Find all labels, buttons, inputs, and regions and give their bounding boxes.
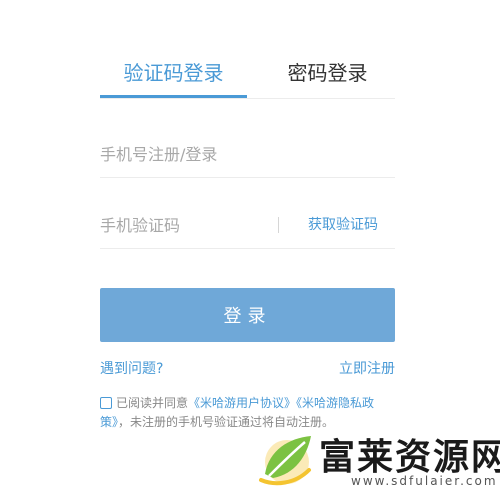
leaf-logo-icon — [259, 436, 311, 486]
tabs-divider — [100, 98, 395, 99]
user-agreement-link[interactable]: 《米哈游用户协议》 — [188, 396, 296, 410]
get-code-button[interactable]: 获取验证码 — [298, 207, 388, 243]
phone-field — [100, 136, 395, 178]
login-tabs: 验证码登录 密码登录 — [100, 48, 395, 100]
verification-code-input[interactable] — [100, 207, 270, 243]
agreement-checkbox[interactable] — [100, 397, 112, 409]
code-separator — [278, 217, 279, 233]
tab-sms-login[interactable]: 验证码登录 — [100, 58, 247, 88]
watermark-url: www.sdfulaier.com — [351, 474, 498, 488]
agreement-prefix: 已阅读并同意 — [116, 396, 189, 410]
phone-input[interactable] — [100, 136, 395, 172]
code-field: 获取验证码 — [100, 207, 395, 249]
watermark-title: 富莱资源网 — [319, 437, 500, 478]
login-button[interactable]: 登录 — [100, 288, 395, 342]
tab-password-login[interactable]: 密码登录 — [260, 58, 395, 88]
phone-input-underline — [100, 177, 395, 178]
code-input-underline — [100, 248, 395, 249]
watermark: 富莱资源网 www.sdfulaier.com — [255, 420, 500, 494]
login-page: 验证码登录 密码登录 获取验证码 登录 遇到问题? 立即注册 已阅读并同意《米哈… — [0, 0, 500, 494]
help-link[interactable]: 遇到问题? — [100, 358, 163, 378]
register-link[interactable]: 立即注册 — [339, 358, 395, 378]
